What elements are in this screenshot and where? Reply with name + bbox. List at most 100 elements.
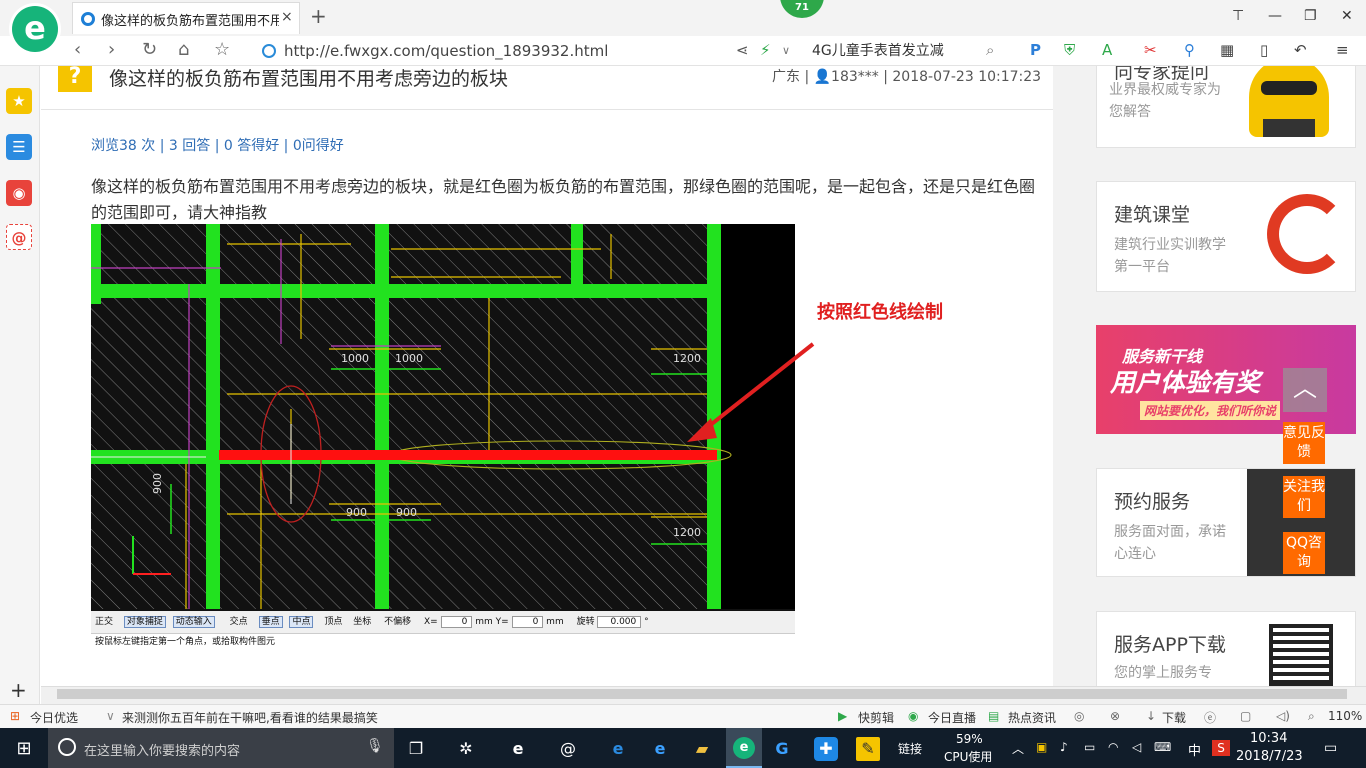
- apps-icon[interactable]: ▦: [1220, 41, 1234, 59]
- shield-icon[interactable]: ⛨: [1064, 41, 1075, 59]
- reading-list-icon[interactable]: ☰: [6, 134, 32, 160]
- favorites-star-icon[interactable]: ★: [6, 88, 32, 114]
- horizontal-scroll-thumb[interactable]: [57, 689, 1347, 699]
- tray-app-icon[interactable]: ▣: [1036, 740, 1047, 754]
- gift-icon[interactable]: ⊞: [10, 709, 20, 723]
- download-icon[interactable]: ↓: [1146, 709, 1156, 723]
- volume-icon[interactable]: ◁): [1276, 709, 1290, 723]
- today-live-link[interactable]: 今日直播: [928, 709, 976, 726]
- back-to-top-icon[interactable]: ︿: [1283, 368, 1327, 412]
- battery-icon[interactable]: ▭: [1084, 740, 1095, 754]
- browser-logo[interactable]: e: [12, 6, 58, 52]
- zoom-icon[interactable]: ⌕: [1308, 709, 1315, 724]
- browser-tab[interactable]: 像这样的板负筋布置范围用不用考 ×: [72, 2, 300, 34]
- close-window-button[interactable]: ✕: [1341, 8, 1353, 24]
- quick-edit-link[interactable]: 快剪辑: [858, 709, 894, 726]
- g-app-icon[interactable]: G: [770, 737, 794, 761]
- mail-icon[interactable]: @: [6, 224, 32, 250]
- bell-icon[interactable]: ♪: [1060, 740, 1068, 754]
- speed-icon[interactable]: ◎: [1074, 709, 1084, 723]
- tablet-icon[interactable]: ▯: [1260, 41, 1268, 59]
- chevron-up-icon[interactable]: ︿: [1012, 740, 1024, 757]
- clock-date[interactable]: 2018/7/23: [1236, 749, 1303, 764]
- feedback-button[interactable]: 意见反馈: [1283, 422, 1325, 464]
- window-icon[interactable]: ▢: [1240, 709, 1251, 723]
- rotate-checkbox[interactable]: 旋转: [577, 617, 595, 627]
- folder-icon[interactable]: ▰: [690, 737, 714, 761]
- taskbar-search[interactable]: 在这里输入你要搜索的内容 🎙: [48, 728, 394, 768]
- zoom-level[interactable]: 110%: [1328, 709, 1362, 723]
- classroom-card[interactable]: 建筑课堂 建筑行业实训教学第一平台: [1096, 181, 1356, 292]
- back-icon[interactable]: ‹: [74, 39, 81, 60]
- osnap-toggle[interactable]: 对象捕捉: [123, 616, 166, 628]
- offset-select[interactable]: 不偏移: [384, 617, 411, 627]
- dynamic-input-toggle[interactable]: 动态输入: [172, 616, 215, 628]
- task-view-icon[interactable]: ❐: [404, 737, 428, 761]
- question-stats[interactable]: 浏览38 次 | 3 回答 | 0 答得好 | 0问得好: [91, 135, 344, 155]
- active-browser-taskbar[interactable]: e: [726, 728, 762, 768]
- scissors-icon[interactable]: ✂: [1144, 41, 1157, 59]
- y-input[interactable]: 0: [511, 616, 544, 628]
- midpoint-snap[interactable]: 中点: [289, 616, 314, 628]
- perpendicular-snap[interactable]: 垂点: [258, 616, 283, 628]
- chevron-down-icon[interactable]: ∨: [782, 44, 790, 57]
- extension-p-icon[interactable]: P: [1030, 41, 1041, 59]
- lightning-icon[interactable]: ⚡: [760, 41, 771, 59]
- news-ticker[interactable]: 来测测你五百年前在干嘛吧,看看谁的结果最搞笑: [122, 709, 378, 726]
- keyboard-icon[interactable]: ⌨: [1154, 740, 1171, 754]
- taskbar-search-input[interactable]: 在这里输入你要搜索的内容: [84, 740, 240, 759]
- download-link[interactable]: 下载: [1162, 709, 1186, 726]
- video-edit-icon[interactable]: ▶: [838, 709, 847, 723]
- windows-start-icon[interactable]: ⊞: [12, 737, 36, 761]
- rotate-input[interactable]: 0.000: [597, 616, 642, 628]
- browser-e-icon[interactable]: e: [506, 737, 530, 761]
- skin-icon[interactable]: ⊤: [1232, 8, 1244, 24]
- microphone-icon[interactable]: 🎙: [366, 738, 384, 754]
- qq-consult-button[interactable]: QQ咨询: [1283, 532, 1325, 574]
- follow-us-button[interactable]: 关注我们: [1283, 476, 1325, 518]
- new-tab-button[interactable]: +: [310, 4, 327, 28]
- pin-icon[interactable]: ⊗: [1110, 709, 1120, 723]
- ie-mode-icon[interactable]: ⓔ: [1204, 709, 1216, 726]
- live-icon[interactable]: ◉: [908, 709, 918, 723]
- share-icon[interactable]: ⋖: [736, 41, 749, 59]
- expert-card[interactable]: 向专家提问 业界最权威专家为您解答: [1096, 66, 1356, 148]
- notes-app-icon[interactable]: ✎: [856, 737, 880, 761]
- weibo-icon[interactable]: ◉: [6, 180, 32, 206]
- magnifier-icon[interactable]: ⚲: [1184, 41, 1195, 59]
- action-center-icon[interactable]: ▭: [1324, 740, 1337, 756]
- plus-app-icon[interactable]: ✚: [814, 737, 838, 761]
- home-icon[interactable]: ⌂: [178, 39, 189, 60]
- today-picks-link[interactable]: 今日优选: [30, 709, 78, 726]
- clock-time[interactable]: 10:34: [1250, 731, 1287, 746]
- translate-icon[interactable]: A: [1102, 41, 1112, 59]
- restore-button[interactable]: ❐: [1304, 8, 1317, 24]
- link-label[interactable]: 链接: [898, 740, 922, 757]
- news-icon[interactable]: ▤: [988, 709, 999, 723]
- app-download-card[interactable]: 服务APP下载 您的掌上服务专: [1096, 611, 1356, 686]
- wifi-icon[interactable]: ◠: [1108, 740, 1118, 754]
- url-input[interactable]: http://e.fwxgx.com/question_1893932.html: [284, 42, 608, 60]
- search-icon[interactable]: ⌕: [986, 41, 994, 59]
- vertex-snap[interactable]: 顶点: [324, 617, 342, 627]
- undo-icon[interactable]: ↶: [1294, 41, 1307, 59]
- sogou-icon[interactable]: S: [1212, 740, 1230, 756]
- intersection-snap[interactable]: 交点: [230, 617, 248, 627]
- chevron-down-icon[interactable]: ∨: [106, 709, 115, 723]
- add-sidebar-icon[interactable]: +: [10, 678, 27, 702]
- favorite-star-icon[interactable]: ☆: [214, 39, 230, 60]
- x-input[interactable]: 0: [440, 616, 473, 628]
- forward-icon[interactable]: ›: [108, 39, 115, 60]
- refresh-icon[interactable]: ↻: [142, 39, 157, 60]
- menu-icon[interactable]: ≡: [1336, 41, 1349, 59]
- swirl-app-icon[interactable]: @: [556, 737, 580, 761]
- fan-app-icon[interactable]: ✲: [454, 737, 478, 761]
- hot-news-link[interactable]: 热点资讯: [1008, 709, 1056, 726]
- edge-icon[interactable]: e: [606, 737, 630, 761]
- ie-icon[interactable]: e: [648, 737, 672, 761]
- search-input[interactable]: 4G儿童手表首发立减: [812, 40, 944, 60]
- ime-indicator[interactable]: 中: [1188, 740, 1201, 759]
- coordinate-toggle[interactable]: 坐标: [353, 617, 371, 627]
- tab-close-icon[interactable]: ×: [281, 9, 293, 25]
- ortho-toggle[interactable]: 正交: [95, 617, 113, 627]
